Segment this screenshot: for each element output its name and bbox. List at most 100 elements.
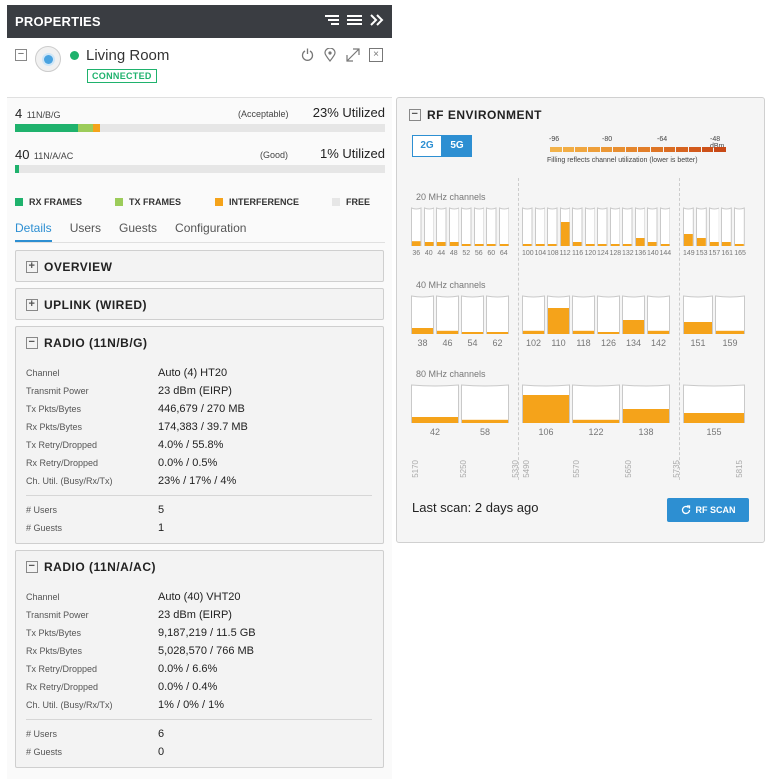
detail-value: 9,187,219 / 11.5 GB <box>158 627 256 639</box>
close-icon[interactable]: × <box>369 48 383 62</box>
rf-scan-button[interactable]: RF SCAN <box>667 498 749 522</box>
channel-number: 58 <box>479 427 490 437</box>
tab-users[interactable]: Users <box>70 219 101 242</box>
channel-utilization-fill <box>696 237 706 246</box>
channel-utilization-fill <box>722 241 732 246</box>
radio-5g-users-value: 6 <box>158 728 165 740</box>
channel-lane <box>461 206 472 246</box>
collapse-right-icon[interactable] <box>370 14 384 29</box>
channel-number: 62 <box>492 338 503 348</box>
band-2g-quality: (Acceptable) <box>238 109 289 119</box>
legend-tx: TX FRAMES <box>115 197 215 207</box>
channel-number: 42 <box>429 427 440 437</box>
channel-utilization-fill <box>449 242 458 246</box>
channel-number: 128 <box>609 250 622 257</box>
frequency-label: 5490 <box>522 460 531 478</box>
detail-value: 446,679 / 270 MB <box>158 403 245 415</box>
channel-number: 153 <box>695 250 708 257</box>
expand-overview-icon[interactable]: + <box>26 261 38 273</box>
last-scan-text: Last scan: 2 days ago <box>412 500 539 515</box>
channel-lane <box>572 206 583 246</box>
channel-utilization-fill <box>412 417 458 423</box>
detail-value: 23% / 17% / 4% <box>158 475 237 487</box>
radio-2g-title: RADIO (11N/B/G) <box>44 336 148 350</box>
expand-uplink-icon[interactable]: + <box>26 299 38 311</box>
channel-utilization-fill <box>437 242 446 246</box>
channel-lane <box>522 383 570 423</box>
collapse-rf-icon[interactable]: − <box>409 109 421 121</box>
channel-utilization-fill <box>474 244 483 246</box>
expand-icon[interactable] <box>346 48 360 62</box>
channel-number: 136 <box>634 250 647 257</box>
collapse-radio-5g-icon[interactable]: − <box>26 561 38 573</box>
channel-lane <box>436 206 447 246</box>
channel-number: 40 <box>424 250 433 257</box>
detail-value: 0.0% / 0.5% <box>158 457 218 469</box>
channel-utilization-fill <box>623 320 644 334</box>
channel-lane <box>436 294 459 334</box>
detail-label: Channel <box>26 368 60 378</box>
tab-guests[interactable]: Guests <box>119 219 157 242</box>
sort-icon[interactable] <box>325 14 339 29</box>
channel-lane <box>498 206 509 246</box>
radio-5g-title: RADIO (11N/A/AC) <box>44 560 157 574</box>
band-2g-utilization-bar <box>15 124 385 132</box>
detail-label: Tx Pkts/Bytes <box>26 404 82 414</box>
tab-configuration[interactable]: Configuration <box>175 219 246 242</box>
locate-icon[interactable] <box>323 47 337 62</box>
channel-lane <box>522 294 545 334</box>
channel-number: 122 <box>588 427 604 437</box>
radio-2g-users-value: 5 <box>158 504 165 516</box>
channel-number: 140 <box>647 250 659 257</box>
channel-number: 159 <box>722 338 738 348</box>
channel-lane <box>411 383 459 423</box>
refresh-icon <box>681 505 690 515</box>
channel-number: 54 <box>467 338 478 348</box>
channel-number: 112 <box>559 250 571 257</box>
band-2g-utilization: 23% Utilized <box>312 105 385 120</box>
rf-environment-panel: −RF ENVIRONMENT 2G 5G -96 -80 -64 -48 dB… <box>396 97 765 543</box>
divider <box>26 495 372 496</box>
channel-number: 155 <box>706 427 722 437</box>
collapse-radio-2g-icon[interactable]: − <box>26 337 38 349</box>
tab-details[interactable]: Details <box>15 219 52 242</box>
channel-lane <box>609 206 620 246</box>
channel-utilization-fill <box>683 233 693 246</box>
menu-icon[interactable] <box>347 14 362 29</box>
channel-lane <box>708 206 720 246</box>
channel-lane <box>683 383 745 423</box>
w20-label: 20 MHz channels <box>416 192 486 202</box>
channel-utilization-fill <box>499 244 508 246</box>
collapse-device-icon[interactable]: − <box>15 49 27 61</box>
uplink-section[interactable]: + UPLINK (WIRED) <box>15 288 384 320</box>
channel-number: 116 <box>572 250 584 257</box>
detail-value: 4.0% / 55.8% <box>158 439 224 451</box>
properties-tabs: Details Users Guests Configuration <box>15 219 385 243</box>
channel-number: 60 <box>487 250 496 257</box>
channel-utilization-fill <box>424 242 433 246</box>
band-2g-button[interactable]: 2G <box>412 135 442 157</box>
detail-label: Ch. Util. (Busy/Rx/Tx) <box>26 476 113 486</box>
detail-label: Ch. Util. (Busy/Rx/Tx) <box>26 700 113 710</box>
channel-utilization-fill <box>623 409 669 423</box>
band-5g-button[interactable]: 5G <box>442 135 472 157</box>
channel-utilization-fill <box>598 332 619 334</box>
overview-section[interactable]: + OVERVIEW <box>15 250 384 282</box>
channel-utilization-fill <box>573 330 594 334</box>
channel-utilization-fill <box>709 241 719 246</box>
detail-label: Rx Pkts/Bytes <box>26 422 83 432</box>
channel-number: 132 <box>622 250 634 257</box>
channel-lane <box>572 294 595 334</box>
power-icon[interactable] <box>300 48 314 62</box>
channel-utilization-fill <box>462 419 508 423</box>
detail-value: 23 dBm (EIRP) <box>158 609 232 621</box>
device-name: Living Room <box>86 47 170 64</box>
channel-number: 104 <box>534 250 547 257</box>
channel-utilization-fill <box>462 332 483 334</box>
w40-label: 40 MHz channels <box>416 280 486 290</box>
channel-lane <box>423 206 434 246</box>
channel-number: 108 <box>547 250 559 257</box>
channel-utilization-fill <box>412 328 433 334</box>
channel-number: 44 <box>437 250 446 257</box>
radio-5g-users-label: # Users <box>26 729 58 739</box>
